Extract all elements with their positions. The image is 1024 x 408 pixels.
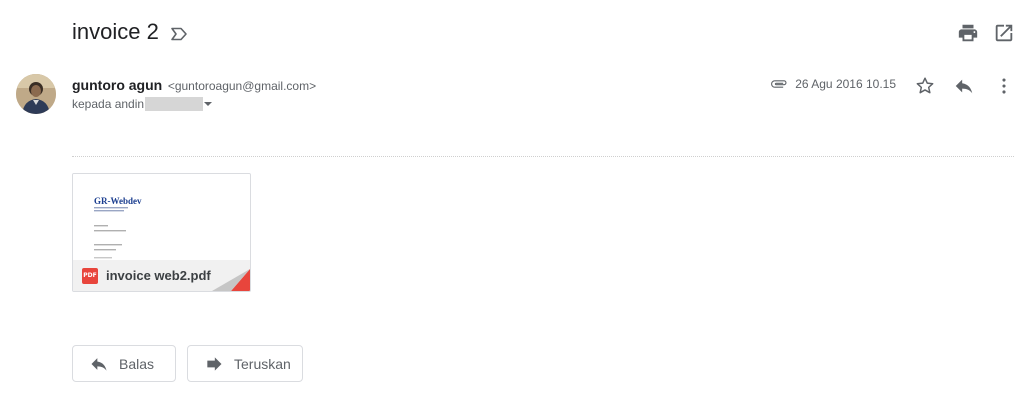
recipient-line[interactable]: kepada andin <box>72 97 213 111</box>
reply-button-label: Balas <box>119 355 155 372</box>
reply-icon[interactable] <box>953 75 975 97</box>
sender-line: guntoro agun <guntoroagun@gmail.com> <box>72 77 316 93</box>
attachment-filename: invoice web2.pdf <box>106 268 211 283</box>
preview-heading: GR-Webdev <box>94 196 142 206</box>
message-divider <box>72 156 1014 157</box>
more-vert-icon[interactable] <box>993 75 1015 97</box>
forward-button[interactable]: Teruskan <box>187 345 303 382</box>
reply-icon <box>91 357 107 371</box>
email-subject: invoice 2 <box>72 19 159 44</box>
attachment-card[interactable]: GR-Webdev PDF invoice web2.pdf <box>72 173 251 292</box>
forward-button-label: Teruskan <box>234 355 291 372</box>
star-icon[interactable] <box>914 75 936 97</box>
redacted-recipient <box>145 97 204 111</box>
reply-button[interactable]: Balas <box>72 345 176 382</box>
sender-avatar[interactable] <box>16 74 56 114</box>
paperclip-icon <box>771 80 787 88</box>
message-meta: 26 Agu 2016 10.15 <box>769 77 896 91</box>
label-outline-icon[interactable] <box>170 26 188 42</box>
pdf-file-icon: PDF <box>82 267 98 284</box>
print-icon[interactable] <box>957 22 979 44</box>
recipient-text: kepada andin <box>72 97 145 111</box>
sender-email: <guntoroagun@gmail.com> <box>167 79 317 93</box>
page-fold-corner-icon <box>212 269 250 291</box>
open-in-new-window-icon[interactable] <box>993 22 1015 44</box>
recipient-details-dropdown-icon[interactable] <box>204 102 213 106</box>
attachment-preview[interactable]: GR-Webdev <box>73 174 250 260</box>
forward-icon <box>207 356 222 371</box>
message-date: 26 Agu 2016 10.15 <box>795 77 896 91</box>
sender-name[interactable]: guntoro agun <box>72 77 162 93</box>
